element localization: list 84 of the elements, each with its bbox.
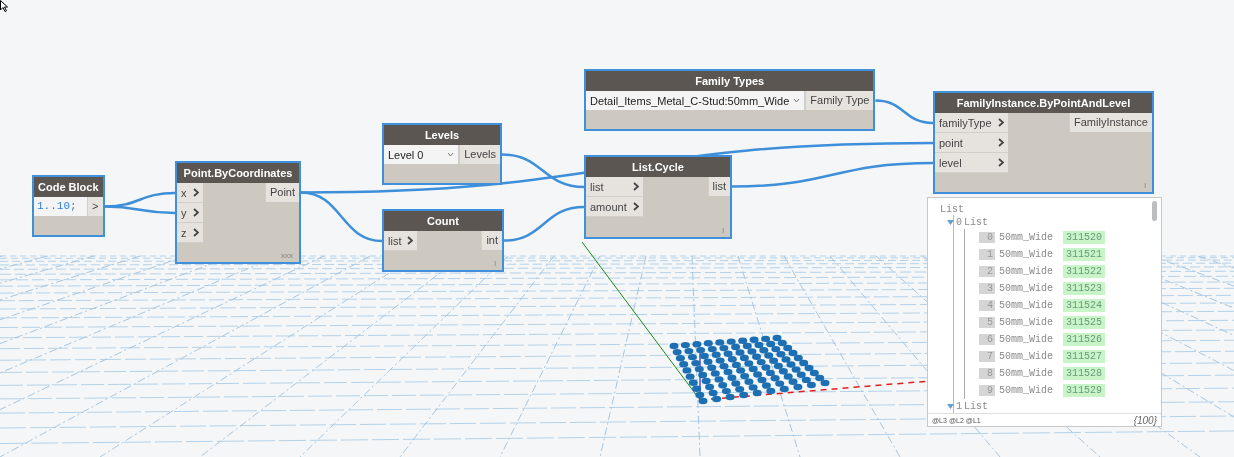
chevron-down-icon: [447, 152, 455, 157]
code-text[interactable]: 1..10;: [34, 197, 88, 216]
item-index: 1: [979, 249, 995, 260]
node-title: FamilyInstance.ByPointAndLevel: [935, 93, 1152, 113]
node-title: Count: [384, 211, 502, 231]
item-count: {100}: [1133, 414, 1157, 426]
connector-wire[interactable]: [731, 161, 934, 188]
node-title: Point.ByCoordinates: [177, 163, 299, 183]
node-card[interactable]: Levels Level 0 Levels: [382, 123, 502, 185]
item-value: 311527: [1063, 350, 1105, 363]
item-name: 50mm_Wide: [999, 317, 1054, 328]
item-name: 50mm_Wide: [999, 232, 1054, 243]
input-port[interactable]: z: [177, 223, 203, 243]
list-label: List: [964, 216, 989, 228]
output-port[interactable]: int: [481, 231, 502, 250]
list-index: 0: [956, 216, 962, 228]
item-name: 50mm_Wide: [999, 334, 1054, 345]
list-header: List: [940, 204, 964, 215]
item-value: 311526: [1063, 333, 1105, 346]
item-name: 50mm_Wide: [999, 300, 1054, 311]
item-name: 50mm_Wide: [999, 351, 1054, 362]
expand-icon[interactable]: [947, 219, 954, 225]
connector-wire[interactable]: [503, 205, 585, 242]
item-index: 9: [979, 385, 995, 396]
input-port[interactable]: point: [935, 133, 1008, 153]
output-port[interactable]: Levels: [459, 145, 500, 164]
dropdown-value: Detail_Items_Metal_C-Stud:50mm_Wide: [590, 94, 790, 107]
item-name: 50mm_Wide: [999, 283, 1054, 294]
chevron-icon: [192, 188, 199, 197]
item-value: 311523: [1063, 282, 1105, 295]
item-index: 2: [979, 266, 995, 277]
output-port[interactable]: FamilyInstance: [1069, 113, 1152, 132]
item-index: 3: [979, 283, 995, 294]
chevron-icon: [997, 158, 1004, 167]
output-port[interactable]: list: [707, 177, 730, 196]
item-name: 50mm_Wide: [999, 249, 1054, 260]
item-index: 4: [979, 300, 995, 311]
input-port[interactable]: y: [177, 203, 203, 223]
item-value: 311522: [1063, 265, 1105, 278]
item-value: 311520: [1063, 231, 1105, 244]
connector-wire[interactable]: [501, 153, 585, 189]
item-index: 7: [979, 351, 995, 362]
node-title: Code Block: [34, 177, 103, 197]
chevron-icon: [192, 208, 199, 217]
chevron-down-icon: [793, 98, 801, 103]
node-card[interactable]: Code Block 1..10; >: [32, 175, 105, 237]
connector-wire[interactable]: [104, 205, 176, 215]
node-title: Family Types: [586, 71, 874, 91]
chevron-icon: [632, 182, 639, 191]
input-port[interactable]: list: [384, 231, 418, 251]
scrollbar-thumb[interactable]: [1152, 201, 1157, 221]
item-name: 50mm_Wide: [999, 266, 1054, 277]
item-name: 50mm_Wide: [999, 368, 1054, 379]
dropdown[interactable]: Level 0: [384, 145, 460, 164]
list-index: 1: [956, 400, 962, 412]
chevron-icon: [632, 202, 639, 211]
item-value: 311528: [1063, 367, 1105, 380]
input-port[interactable]: x: [177, 183, 203, 203]
dropdown[interactable]: Detail_Items_Metal_C-Stud:50mm_Wide: [586, 91, 806, 110]
chevron-icon: [997, 138, 1004, 147]
chevron-icon: [997, 118, 1004, 127]
item-value: 311521: [1063, 248, 1105, 261]
node-title: Levels: [384, 125, 500, 145]
dropdown-value: Level 0: [388, 148, 424, 161]
input-port[interactable]: level: [935, 153, 1008, 173]
item-name: 50mm_Wide: [999, 385, 1054, 396]
input-port[interactable]: amount: [586, 197, 643, 217]
input-port[interactable]: list: [586, 177, 643, 197]
expand-icon[interactable]: [947, 403, 954, 409]
chevron-icon: [407, 236, 414, 245]
list-label: List: [964, 400, 989, 412]
output-port[interactable]: Point: [264, 183, 299, 202]
output-port[interactable]: >: [87, 197, 103, 216]
node-title: List.Cycle: [586, 157, 730, 177]
item-value: 311524: [1063, 299, 1105, 312]
item-value: 311529: [1063, 384, 1105, 397]
chevron-icon: [192, 228, 199, 237]
input-port[interactable]: familyType: [935, 113, 1008, 133]
item-value: 311525: [1063, 316, 1105, 329]
connector-wire[interactable]: [875, 99, 934, 125]
cursor-icon: [0, 0, 8, 12]
item-index: 5: [979, 317, 995, 328]
node-card[interactable]: Family Types Detail_Items_Metal_C-Stud:50mm_Wide Family Type: [584, 69, 876, 131]
output-port[interactable]: Family Type: [805, 91, 874, 110]
